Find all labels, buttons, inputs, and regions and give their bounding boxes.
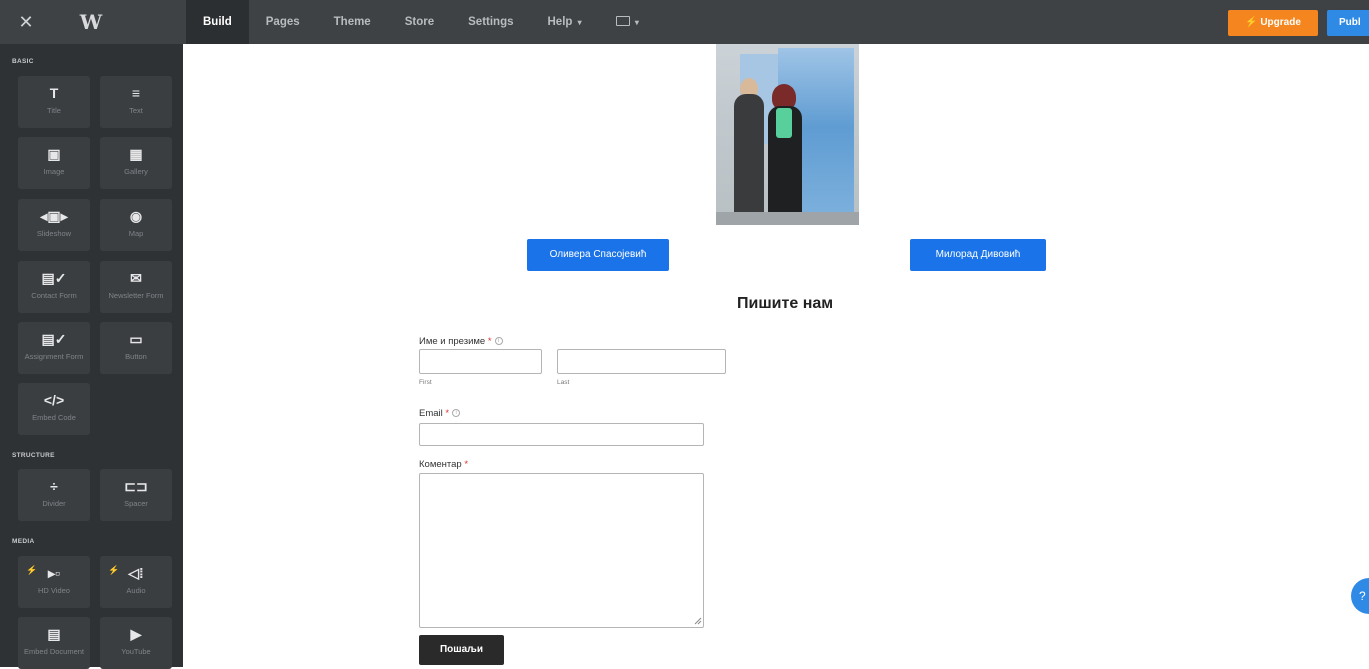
- premium-bolt-icon: ⚡: [26, 565, 38, 575]
- nav-pages[interactable]: Pages: [249, 0, 317, 44]
- youtube-icon: ▶: [130, 626, 142, 642]
- tile-slideshow[interactable]: ◂▣▸ Slideshow: [18, 199, 90, 251]
- assignment-form-icon: ▤✓: [41, 331, 67, 347]
- email-input[interactable]: [419, 423, 704, 446]
- tile-label: Newsletter Form: [108, 291, 164, 300]
- tile-embed-code[interactable]: </> Embed Code: [18, 383, 90, 435]
- tile-label: Text: [129, 106, 143, 115]
- tile-label: Map: [128, 229, 144, 238]
- title-icon: T: [49, 85, 59, 101]
- nav-help[interactable]: Help ▾: [531, 0, 599, 44]
- tile-newsletter-form[interactable]: ✉ Newsletter Form: [100, 261, 172, 313]
- tile-label: Spacer: [124, 499, 148, 508]
- button-icon: ▭: [129, 331, 143, 347]
- text-icon: ≡: [131, 85, 141, 101]
- tile-label: Divider: [42, 499, 66, 508]
- photo-floor: [716, 212, 859, 225]
- publish-button[interactable]: Publ: [1327, 10, 1369, 36]
- tile-label: Image: [43, 167, 65, 176]
- tile-spacer[interactable]: ⊏⊐ Spacer: [100, 469, 172, 521]
- spacer-icon: ⊏⊐: [124, 478, 148, 494]
- person-button-2[interactable]: Милорад Дивовић: [910, 239, 1046, 271]
- comment-label-text: Коментар: [419, 459, 462, 470]
- tile-label: Button: [125, 352, 147, 361]
- required-mark: *: [445, 408, 450, 419]
- nav-settings[interactable]: Settings: [451, 0, 530, 44]
- tile-audio[interactable]: ⚡ ◁⁞ Audio: [100, 556, 172, 608]
- contact-form-icon: ▤✓: [41, 270, 67, 286]
- nav-theme[interactable]: Theme: [317, 0, 388, 44]
- chevron-down-icon: ▾: [577, 18, 582, 27]
- main-nav: Build Pages Theme Store Settings Help ▾ …: [186, 0, 656, 44]
- premium-bolt-icon: ⚡: [108, 565, 120, 575]
- tile-button[interactable]: ▭ Button: [100, 322, 172, 374]
- document-icon: ▤: [47, 626, 61, 642]
- email-field-label: Email * i: [419, 408, 461, 419]
- tile-label: Contact Form: [31, 291, 77, 300]
- last-sublabel: Last: [557, 379, 570, 386]
- tile-youtube[interactable]: ▶ YouTube: [100, 617, 172, 669]
- tile-contact-form[interactable]: ▤✓ Contact Form: [18, 261, 90, 313]
- last-name-input[interactable]: [557, 349, 726, 374]
- info-icon[interactable]: i: [494, 337, 503, 346]
- tile-divider[interactable]: ÷ Divider: [18, 469, 90, 521]
- comment-field-label: Коментар *: [419, 459, 468, 470]
- section-label-media: MEDIA: [12, 538, 35, 545]
- map-pin-icon: ◉: [129, 208, 143, 224]
- resize-handle-icon[interactable]: [694, 617, 702, 625]
- contact-heading: Пишите нам: [737, 295, 834, 312]
- section-label-structure: STRUCTURE: [12, 452, 55, 459]
- chevron-down-icon: ▾: [634, 18, 639, 27]
- photo-person: [734, 94, 764, 224]
- section-label-basic: BASIC: [12, 58, 34, 65]
- first-name-input[interactable]: [419, 349, 542, 374]
- nav-build[interactable]: Build: [186, 0, 249, 44]
- tile-label: Gallery: [124, 167, 148, 176]
- element-sidebar: BASIC T Title ≡ Text ▣ Image ▦ Gallery ◂…: [0, 44, 183, 669]
- tile-image[interactable]: ▣ Image: [18, 137, 90, 189]
- comment-textarea[interactable]: [419, 473, 704, 628]
- first-sublabel: First: [419, 379, 432, 386]
- person-button-1[interactable]: Оливера Спасојевић: [527, 239, 669, 271]
- close-icon[interactable]: ✕: [14, 10, 38, 34]
- tile-label: Embed Document: [23, 647, 85, 656]
- tile-label: Audio: [126, 586, 146, 595]
- team-photo[interactable]: [716, 44, 859, 225]
- submit-button[interactable]: Пошаљи: [419, 635, 504, 665]
- tile-title[interactable]: T Title: [18, 76, 90, 128]
- tile-label: Assignment Form: [24, 352, 84, 361]
- tile-assignment-form[interactable]: ▤✓ Assignment Form: [18, 322, 90, 374]
- tile-gallery[interactable]: ▦ Gallery: [100, 137, 172, 189]
- tile-text[interactable]: ≡ Text: [100, 76, 172, 128]
- help-chat-button[interactable]: ?: [1351, 578, 1369, 614]
- image-icon: ▣: [47, 146, 61, 162]
- tile-label: Title: [47, 106, 61, 115]
- divider-icon: ÷: [50, 478, 58, 494]
- slideshow-icon: ◂▣▸: [40, 208, 68, 224]
- tile-hd-video[interactable]: ⚡ ▸▫ HD Video: [18, 556, 90, 608]
- tile-label: Embed Code: [32, 413, 76, 422]
- desktop-monitor-icon: [615, 15, 630, 26]
- required-mark: *: [487, 336, 492, 347]
- newsletter-icon: ✉: [130, 270, 142, 286]
- name-label-text: Име и презиме: [419, 336, 486, 347]
- tile-label: YouTube: [121, 647, 151, 656]
- upgrade-button[interactable]: ⚡ Upgrade: [1228, 10, 1318, 36]
- top-toolbar: ✕ W Build Pages Theme Store Settings Hel…: [0, 0, 1369, 44]
- photo-person-scarf: [776, 108, 792, 138]
- device-preview-toggle[interactable]: ▾: [599, 0, 656, 44]
- tile-label: Slideshow: [36, 229, 72, 238]
- name-field-label: Име и презиме * i: [419, 336, 503, 347]
- tile-label: HD Video: [38, 586, 70, 595]
- tile-map[interactable]: ◉ Map: [100, 199, 172, 251]
- nav-store[interactable]: Store: [388, 0, 451, 44]
- embed-code-icon: </>: [43, 392, 65, 408]
- nav-help-label: Help: [547, 16, 573, 28]
- gallery-icon: ▦: [129, 146, 143, 162]
- tile-embed-document[interactable]: ▤ Embed Document: [18, 617, 90, 669]
- required-mark: *: [464, 459, 469, 470]
- info-icon[interactable]: i: [452, 409, 461, 418]
- email-label-text: Email: [419, 408, 443, 419]
- weebly-logo-icon[interactable]: W: [76, 9, 106, 35]
